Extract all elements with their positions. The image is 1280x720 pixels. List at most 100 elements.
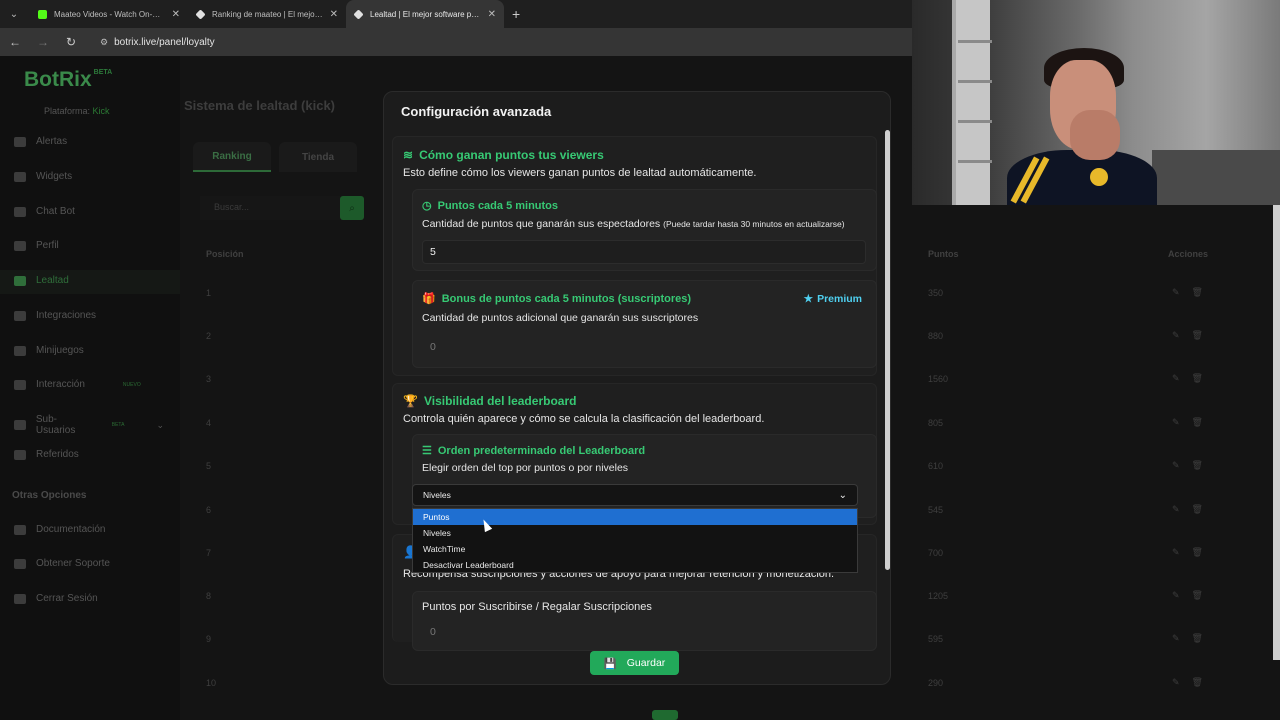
logout-icon: [14, 593, 26, 604]
integrations-icon: [14, 310, 26, 321]
chevron-down-icon: ⌄: [838, 489, 847, 501]
subs-points-card: Puntos por Suscribirse / Regalar Suscrip…: [412, 591, 877, 651]
url-field[interactable]: ⚙ botrix.live/panel/loyalty: [92, 32, 223, 52]
table-row-points: 350: [928, 288, 944, 298]
botrix-favicon-icon: [353, 8, 364, 20]
site-info-icon[interactable]: ⚙: [100, 37, 108, 48]
browser-tab[interactable]: Maateo Videos - Watch On-Dem ✕: [30, 0, 188, 28]
row-actions[interactable]: ✎🗑: [1172, 633, 1215, 644]
column-header-position: Posición: [206, 249, 244, 259]
sidebar-item-lealtad[interactable]: Lealtad: [14, 275, 164, 286]
address-bar: ← → ↻ ⚙ botrix.live/panel/loyalty: [0, 28, 912, 56]
forward-icon[interactable]: →: [36, 35, 50, 49]
reload-icon[interactable]: ↻: [64, 35, 78, 49]
table-row-position: 4: [206, 418, 212, 428]
support-icon: [14, 558, 26, 569]
bonus-points-input[interactable]: 0: [422, 335, 866, 359]
bonus-points-title: 🎁 Bonus de puntos cada 5 minutos (suscrip…: [422, 292, 692, 306]
sidebar-item-minijuegos[interactable]: Minijuegos: [14, 345, 164, 356]
save-button[interactable]: 💾 Guardar: [590, 651, 679, 675]
table-row-position: 1: [206, 288, 212, 298]
row-actions[interactable]: ✎🗑: [1172, 330, 1215, 341]
platform-label: Plataforma: Kick: [44, 106, 110, 116]
bonus-points-card: 🎁 Bonus de puntos cada 5 minutos (suscrip…: [412, 280, 877, 368]
trophy-icon: [14, 275, 26, 286]
floppy-disk-icon: 💾: [603, 657, 617, 670]
tab-ranking[interactable]: Ranking: [193, 142, 271, 172]
tab-title: Maateo Videos - Watch On-Dem: [54, 9, 165, 19]
bonus-points-desc: Cantidad de puntos adicional que ganarán…: [422, 312, 699, 324]
earn-section-title: ≋ Cómo ganan puntos tus viewers: [403, 148, 604, 162]
search-icon[interactable]: ⌕: [340, 196, 364, 220]
modal-scrollbar-thumb[interactable]: [885, 130, 890, 570]
clock-icon: ◷: [422, 200, 432, 212]
sidebar-item-soporte[interactable]: Obtener Soporte: [14, 558, 164, 569]
pagination-indicator: [652, 710, 678, 720]
table-row-points: 290: [928, 678, 944, 688]
option-watchtime[interactable]: WatchTime: [413, 541, 857, 557]
tab-search-icon[interactable]: ⌄: [4, 4, 24, 24]
row-actions[interactable]: ✎🗑: [1172, 504, 1215, 515]
row-actions[interactable]: ✎🗑: [1172, 590, 1215, 601]
person-hand-image: [1070, 110, 1120, 160]
sidebar-item-chatbot[interactable]: Chat Bot: [14, 206, 164, 217]
chevron-down-icon: ⌄: [156, 419, 164, 430]
table-row-points: 805: [928, 418, 944, 428]
alert-icon: [14, 136, 26, 147]
table-row-position: 2: [206, 331, 212, 341]
row-actions[interactable]: ✎🗑: [1172, 417, 1215, 428]
leaderboard-order-title: ☰ Orden predeterminado del Leaderboard: [422, 444, 646, 458]
table-row-position: 5: [206, 461, 212, 471]
sidebar-item-widgets[interactable]: Widgets: [14, 171, 164, 182]
leaderboard-order-select[interactable]: Niveles ⌄: [412, 484, 858, 506]
row-actions[interactable]: ✎🗑: [1172, 460, 1215, 471]
tab-tienda[interactable]: Tienda: [279, 142, 357, 172]
subs-points-input[interactable]: 0: [422, 620, 866, 644]
option-niveles[interactable]: Niveles: [413, 525, 857, 541]
earn-points-card: ≋ Cómo ganan puntos tus viewers Esto defi…: [392, 136, 877, 376]
users-icon: [14, 420, 26, 430]
points-per-5-input[interactable]: 5: [422, 240, 866, 264]
sidebar-item-interaccion[interactable]: Interacción NUEVO: [14, 379, 164, 390]
browser-tab-active[interactable]: Lealtad | El mejor software para ✕: [346, 0, 504, 28]
table-row-points: 1560: [928, 374, 949, 384]
sidebar-item-referidos[interactable]: Referidos: [14, 449, 164, 460]
page-scrollbar[interactable]: [1273, 204, 1280, 660]
search-input[interactable]: Buscar...: [200, 196, 340, 220]
sidebar-item-cerrar-sesion[interactable]: Cerrar Sesión: [14, 593, 164, 604]
premium-badge: ★ Premium: [803, 293, 862, 305]
row-actions[interactable]: ✎🗑: [1172, 373, 1215, 384]
earn-section-desc: Esto define cómo los viewers ganan punto…: [403, 167, 757, 179]
music-icon: [14, 379, 26, 390]
sidebar-item-integraciones[interactable]: Integraciones: [14, 310, 164, 321]
sidebar-item-documentacion[interactable]: Documentación: [14, 524, 164, 535]
logo: BotRix BETA: [24, 68, 113, 91]
trophy-icon: 🏆: [403, 394, 418, 408]
sidebar-section-title: Otras Opciones: [12, 490, 87, 501]
sidebar-item-alertas[interactable]: Alertas: [14, 136, 164, 147]
points-per-5-title: ◷ Puntos cada 5 minutos: [422, 199, 559, 213]
close-tab-icon[interactable]: ✕: [172, 9, 180, 20]
browser-tab[interactable]: Ranking de maateo | El mejor s ✕: [188, 0, 346, 28]
row-actions[interactable]: ✎🗑: [1172, 677, 1215, 688]
points-per-5-card: ◷ Puntos cada 5 minutos Cantidad de punto…: [412, 189, 877, 271]
sidebar-item-perfil[interactable]: Perfil: [14, 240, 164, 251]
coins-icon: ≋: [403, 148, 414, 162]
sidebar-item-sub-usuarios[interactable]: Sub-Usuarios BETA ⌄: [14, 414, 164, 436]
browser-tab-bar: ⌄ Maateo Videos - Watch On-Dem ✕ Ranking…: [0, 0, 912, 28]
modal-title: Configuración avanzada: [401, 104, 552, 119]
url-text: botrix.live/panel/loyalty: [114, 36, 215, 48]
close-tab-icon[interactable]: ✕: [488, 9, 496, 20]
leaderboard-order-dropdown: Puntos Niveles WatchTime Desactivar Lead…: [412, 508, 858, 573]
table-row-points: 545: [928, 505, 944, 515]
row-actions[interactable]: ✎🗑: [1172, 547, 1215, 558]
table-row-position: 6: [206, 505, 212, 515]
row-actions[interactable]: ✎🗑: [1172, 287, 1215, 298]
page-title: Sistema de lealtad (kick): [184, 98, 336, 113]
gift-icon: 🎁: [422, 293, 436, 305]
option-desactivar[interactable]: Desactivar Leaderboard: [413, 557, 857, 573]
back-icon[interactable]: ←: [8, 35, 22, 49]
tab-title: Ranking de maateo | El mejor s: [212, 9, 323, 19]
close-tab-icon[interactable]: ✕: [330, 9, 338, 20]
new-tab-icon[interactable]: +: [512, 6, 520, 22]
